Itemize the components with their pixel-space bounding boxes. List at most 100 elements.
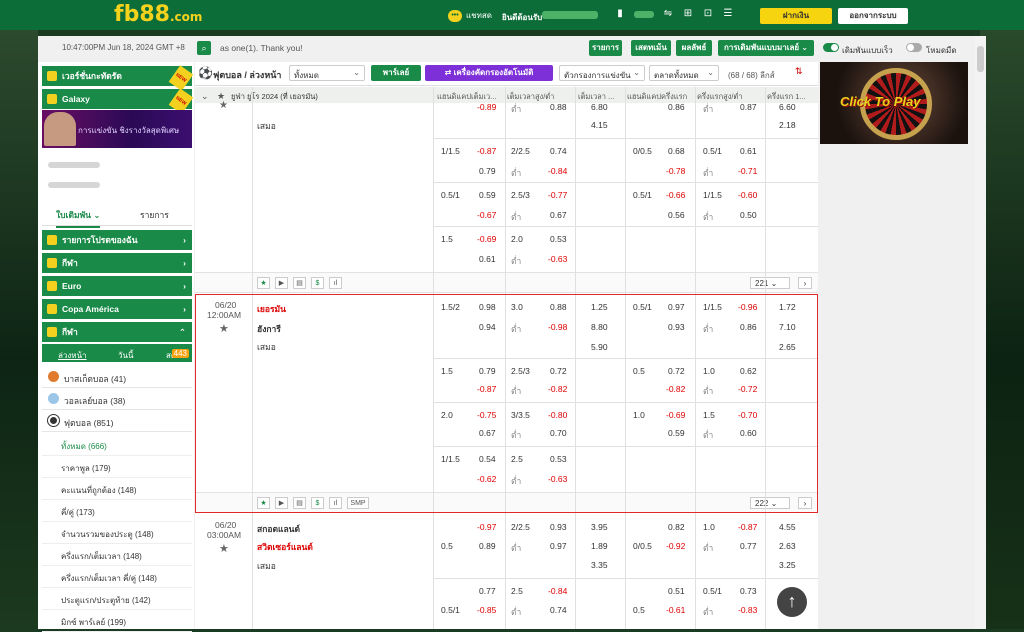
odds-cell[interactable]: 0.86 xyxy=(668,102,685,112)
odds-cell[interactable]: 7.10 xyxy=(779,322,796,332)
odds-cell[interactable]: 0.70 xyxy=(550,428,567,438)
away-team[interactable]: ฮังการี xyxy=(257,322,281,336)
money-icon[interactable]: $ xyxy=(311,277,324,289)
home-team[interactable]: เยอรมัน xyxy=(257,302,286,316)
tab-betslip[interactable]: ใบเดิมพัน ⌄ xyxy=(56,208,101,228)
favorites-button[interactable]: รายการโปรดของฉัน › xyxy=(42,230,192,250)
promo-banner[interactable]: การแข่งขัน ชิงรางวัลสุดพิเศษ xyxy=(42,110,192,148)
odds-cell[interactable]: -0.89 xyxy=(477,102,496,112)
odds-cell[interactable]: 0.73 xyxy=(740,586,757,596)
league-select[interactable]: ทั้งหมด ⌄ xyxy=(289,65,365,81)
odds-cell[interactable]: 0.89 xyxy=(479,541,496,551)
odds-cell[interactable]: -0.63 xyxy=(548,254,567,264)
sport-football[interactable]: ฟุตบอล (851) xyxy=(42,410,192,432)
collapse-icon[interactable]: ⌄ xyxy=(201,91,209,102)
play-icon[interactable]: ▶ xyxy=(275,277,288,289)
odds-cell[interactable]: 0.93 xyxy=(550,522,567,532)
odds-cell[interactable]: 0.77 xyxy=(479,586,496,596)
dark-mode-toggle[interactable] xyxy=(906,43,922,52)
odds-cell[interactable]: 0.61 xyxy=(479,254,496,264)
odds-cell[interactable]: 0.97 xyxy=(550,541,567,551)
odds-cell[interactable]: -0.84 xyxy=(548,586,567,596)
odds-cell[interactable]: 0.60 xyxy=(740,428,757,438)
logo[interactable]: fb88.com xyxy=(114,2,202,27)
casino-ad-banner[interactable]: Click To Play xyxy=(820,62,968,144)
odds-cell[interactable]: 0.97 xyxy=(668,302,685,312)
odds-cell[interactable]: 0.87 xyxy=(740,102,757,112)
odds-cell[interactable]: 0.59 xyxy=(479,190,496,200)
copa-button[interactable]: Copa América › xyxy=(42,299,192,319)
odds-cell[interactable]: -0.69 xyxy=(477,234,496,244)
odds-cell[interactable]: 0.56 xyxy=(668,210,685,220)
odds-cell[interactable]: 5.90 xyxy=(591,342,608,352)
announcement-marquee[interactable]: as one(1). Thank you! xyxy=(220,43,303,53)
bet-type-total-goals[interactable]: จำนวนรวมของประตู (148) xyxy=(42,522,192,544)
odds-cell[interactable]: -0.87 xyxy=(477,146,496,156)
odds-cell[interactable]: 0.54 xyxy=(479,454,496,464)
odds-cell[interactable]: 3.95 xyxy=(591,522,608,532)
scroll-top-button[interactable]: ↑ xyxy=(777,587,807,617)
odds-cell[interactable]: 4.15 xyxy=(591,120,608,130)
live-chat[interactable]: ••• แชทสด xyxy=(448,9,492,22)
page-scrollbar[interactable] xyxy=(975,36,986,629)
more-markets-select[interactable]: 221 ⌄ xyxy=(750,277,790,289)
odds-cell[interactable]: 0.77 xyxy=(740,541,757,551)
play-icon[interactable]: ▶ xyxy=(275,497,288,509)
odds-cell[interactable]: 0.79 xyxy=(479,166,496,176)
quick-bet-toggle[interactable] xyxy=(823,43,839,52)
sport-volleyball[interactable]: วอลเลย์บอล (38) xyxy=(42,388,192,410)
odds-cell[interactable]: 0.67 xyxy=(479,428,496,438)
odds-cell[interactable]: -0.75 xyxy=(477,410,496,420)
odds-cell[interactable]: -0.87 xyxy=(738,522,757,532)
match-filter-select[interactable]: ตัวกรองการแข่งขัน ⌄ xyxy=(559,65,645,81)
chart-icon[interactable]: ıl xyxy=(329,497,342,509)
odds-cell[interactable]: -0.85 xyxy=(477,605,496,615)
odds-cell[interactable]: -0.82 xyxy=(666,384,685,394)
tab-early[interactable]: ล่วงหน้า xyxy=(58,349,87,362)
search-icon[interactable]: ⌕ xyxy=(197,41,211,55)
chart-icon[interactable]: ıl xyxy=(329,277,342,289)
odds-cell[interactable]: 0.72 xyxy=(668,366,685,376)
odds-cell[interactable]: -0.78 xyxy=(666,166,685,176)
compact-version-button[interactable]: เวอร์ชั่นกะทัดรัด NEW xyxy=(42,65,194,91)
odds-cell[interactable]: 0.67 xyxy=(550,210,567,220)
league-name[interactable]: ยูฟ่า ยูโร 2024 (ที่ เยอรมัน) xyxy=(231,91,318,103)
odds-cell[interactable]: 0.74 xyxy=(550,146,567,156)
odds-cell[interactable]: 0.88 xyxy=(550,302,567,312)
odds-cell[interactable]: 1.89 xyxy=(591,541,608,551)
odds-cell[interactable]: 1.72 xyxy=(779,302,796,312)
odds-cell[interactable]: 0.72 xyxy=(550,366,567,376)
odds-cell[interactable]: 0.68 xyxy=(668,146,685,156)
stats-icon[interactable]: ▤ xyxy=(293,277,306,289)
bet-type-ht-ft-odd-even[interactable]: ครึ่งแรก/เต็มเวลา คี่/คู่ (148) xyxy=(42,566,192,588)
odds-cell[interactable]: 6.60 xyxy=(779,102,796,112)
odds-cell[interactable]: 0.53 xyxy=(550,234,567,244)
odds-cell[interactable]: -0.63 xyxy=(548,474,567,484)
odds-cell[interactable]: 3.35 xyxy=(591,560,608,570)
galaxy-button[interactable]: Galaxy NEW xyxy=(42,88,194,114)
odds-cell[interactable]: 0.82 xyxy=(668,522,685,532)
parlay-button[interactable]: พาร์เลย์ xyxy=(371,65,421,81)
more-markets-select[interactable]: 222 ⌄ xyxy=(750,497,790,509)
odds-cell[interactable]: -0.98 xyxy=(548,322,567,332)
odds-cell[interactable]: 0.86 xyxy=(740,322,757,332)
odds-cell[interactable]: 0.93 xyxy=(668,322,685,332)
bet-type-odd-even[interactable]: คี่/คู่ (173) xyxy=(42,500,192,522)
next-arrow-icon[interactable]: › xyxy=(798,277,812,289)
away-team[interactable]: สวิตเซอร์แลนด์ xyxy=(257,540,313,554)
scroll-thumb[interactable] xyxy=(977,46,984,72)
wallet-icon[interactable]: ▮ xyxy=(614,8,626,20)
odds-cell[interactable]: -0.92 xyxy=(666,541,685,551)
odds-cell[interactable]: -0.80 xyxy=(548,410,567,420)
tab-list[interactable]: รายการ xyxy=(140,208,169,222)
smp-button[interactable]: SMP xyxy=(347,497,369,509)
odds-cell[interactable]: -0.82 xyxy=(548,384,567,394)
bet-type-pool[interactable]: ราคาพูล (179) xyxy=(42,456,192,478)
odds-cell[interactable]: 3.25 xyxy=(779,560,796,570)
star-icon[interactable]: ★ xyxy=(219,100,228,111)
bet-type-correct-score[interactable]: คะแนนที่ถูกต้อง (148) xyxy=(42,478,192,500)
odds-cell[interactable]: -0.72 xyxy=(738,384,757,394)
next-arrow-icon[interactable]: › xyxy=(798,497,812,509)
odds-cell[interactable]: 8.80 xyxy=(591,322,608,332)
odds-cell[interactable]: 0.53 xyxy=(550,454,567,464)
